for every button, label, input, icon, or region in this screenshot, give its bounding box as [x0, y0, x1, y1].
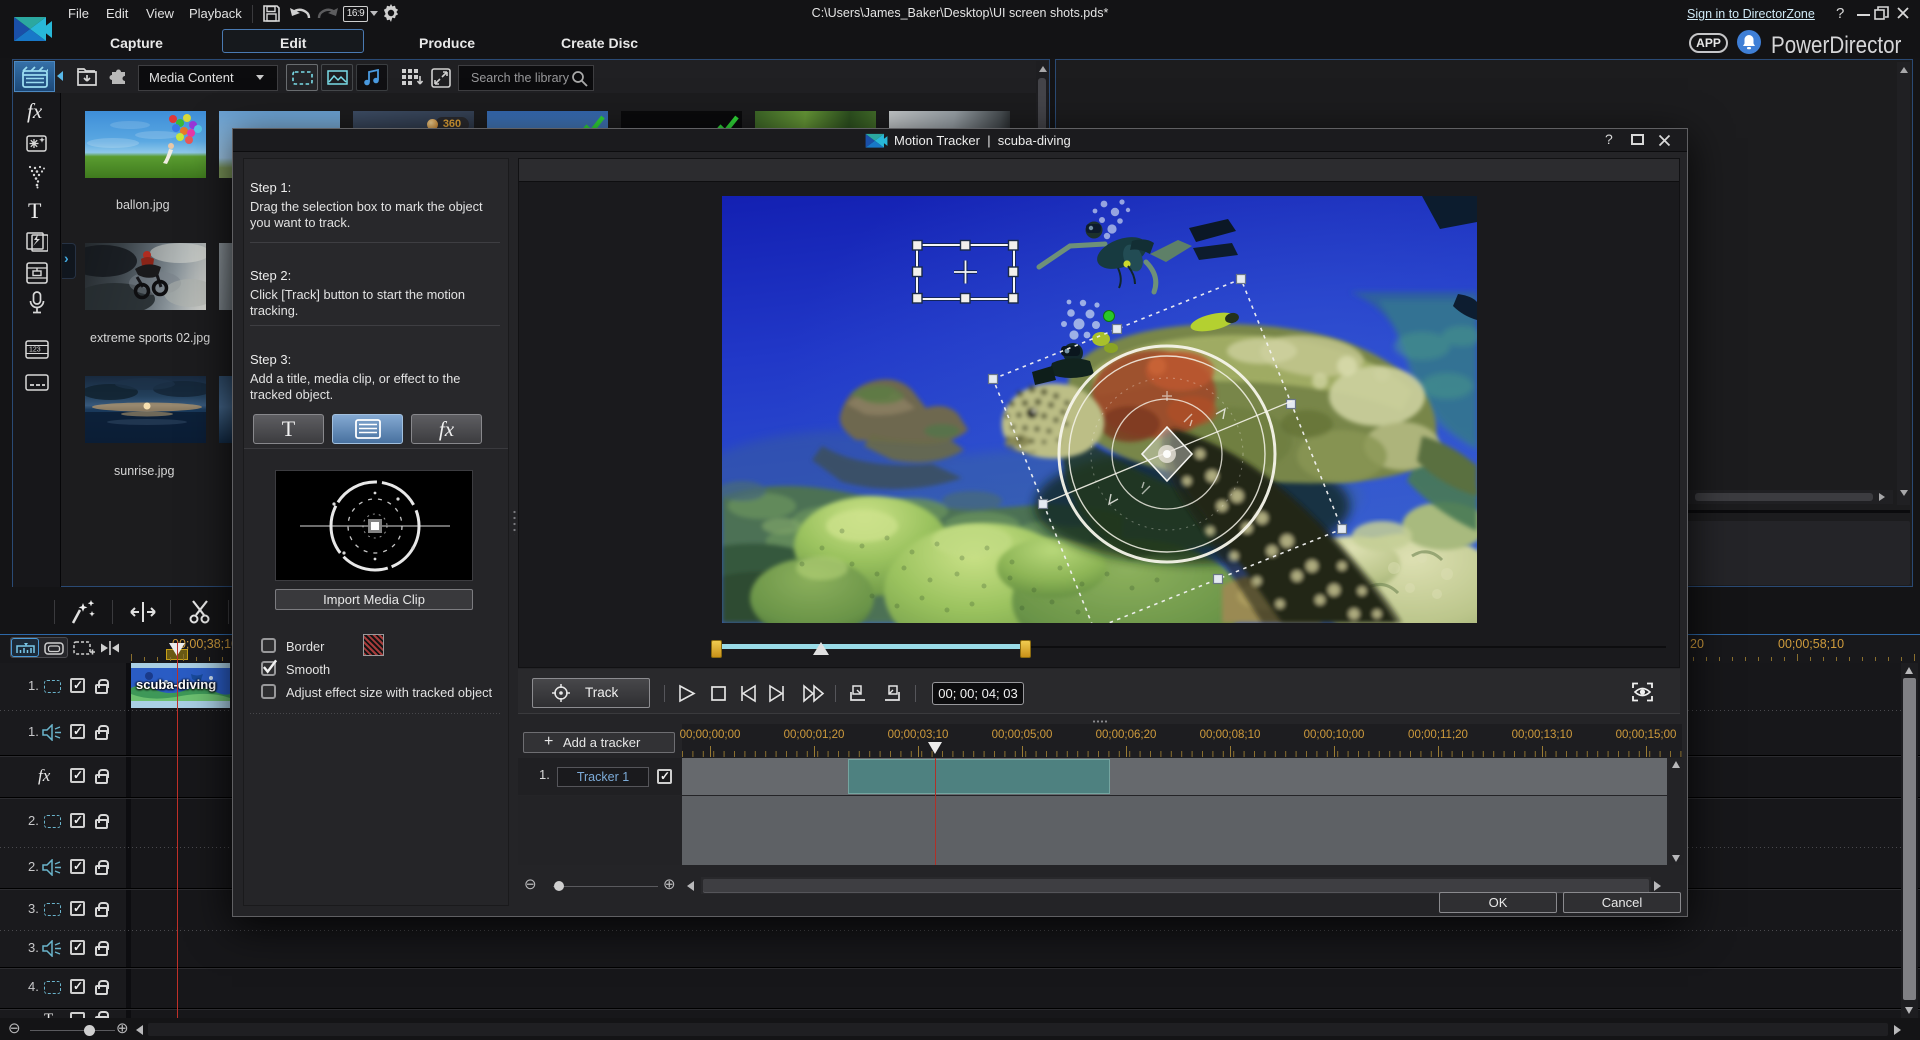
- svg-text:123: 123: [29, 347, 41, 354]
